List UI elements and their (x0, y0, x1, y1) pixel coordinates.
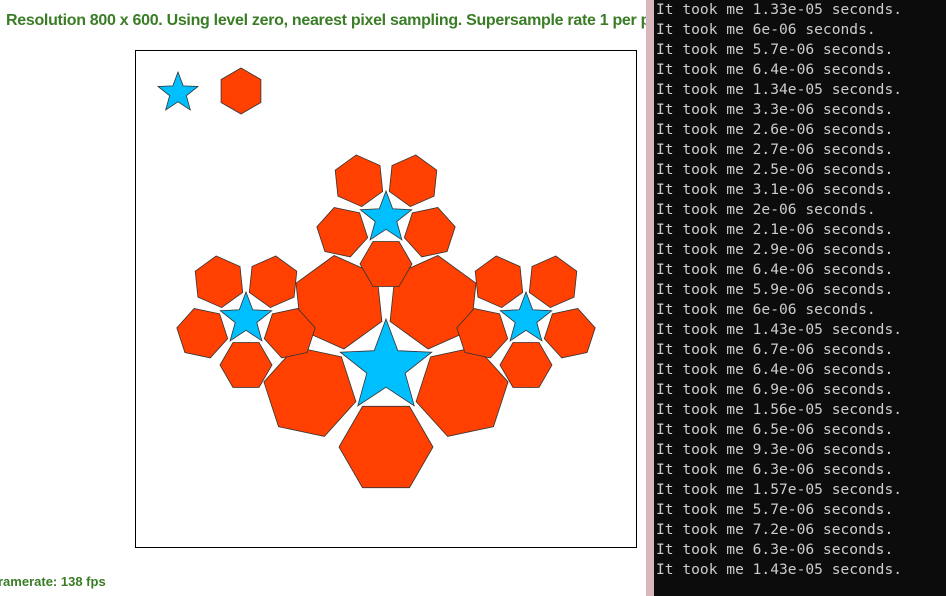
console-line: It took me 6.4e-06 seconds. (656, 61, 894, 78)
scene-drawing (156, 67, 596, 489)
console-line: It took me 1.34e-05 seconds. (656, 81, 903, 98)
hexagon-shape (219, 342, 273, 388)
hexagon-shape (528, 255, 578, 309)
console-line: It took me 6.4e-06 seconds. (656, 361, 894, 378)
hexagon-shape (338, 405, 434, 489)
hexagon-shape (176, 308, 229, 359)
hexagon-shape (334, 154, 384, 208)
hexagon-shape (403, 207, 456, 258)
hexagon-shape (499, 342, 553, 388)
framerate-text: ramerate: 138 fps (0, 574, 106, 589)
console-line: It took me 6.7e-06 seconds. (656, 341, 894, 358)
star-shape (156, 70, 200, 111)
console-line: It took me 1.56e-05 seconds. (656, 401, 903, 418)
hexagon-shape (388, 154, 438, 208)
hexagon-shape (316, 207, 369, 258)
console-line: It took me 1.43e-05 seconds. (656, 561, 903, 578)
console-line: It took me 1.33e-05 seconds. (656, 1, 903, 18)
hexagon-shape (474, 255, 524, 309)
hexagon-shape (194, 255, 244, 309)
hexagon-shape (543, 308, 596, 359)
hexagon-shape (415, 346, 509, 437)
console-line: It took me 6.3e-06 seconds. (656, 461, 894, 478)
console-line: It took me 5.9e-06 seconds. (656, 281, 894, 298)
console-line: It took me 6.5e-06 seconds. (656, 421, 894, 438)
console-line: It took me 5.7e-06 seconds. (656, 501, 894, 518)
console-line: It took me 2.6e-06 seconds. (656, 121, 894, 138)
console-line: It took me 6.9e-06 seconds. (656, 381, 894, 398)
console-line: It took me 6.4e-06 seconds. (656, 261, 894, 278)
console-line: It took me 1.57e-05 seconds. (656, 481, 903, 498)
window-divider (646, 0, 654, 596)
console-line: It took me 2.9e-06 seconds. (656, 241, 894, 258)
console-output: It took me 1.33e-05 seconds. It took me 6… (654, 0, 946, 580)
console-line: It took me 7.2e-06 seconds. (656, 521, 894, 538)
hexagon-shape (263, 346, 357, 437)
console-line: It took me 2.1e-06 seconds. (656, 221, 894, 238)
console-line: It took me 9.3e-06 seconds. (656, 441, 894, 458)
console-window[interactable]: It took me 1.33e-05 seconds. It took me 6… (654, 0, 946, 596)
console-line: It took me 1.43e-05 seconds. (656, 321, 903, 338)
render-canvas[interactable] (135, 50, 637, 548)
console-line: It took me 6.3e-06 seconds. (656, 541, 894, 558)
console-line: It took me 3.3e-06 seconds. (656, 101, 894, 118)
hexagon-shape (220, 67, 262, 115)
resolution-info-text: Resolution 800 x 600. Using level zero, … (6, 12, 680, 29)
console-line: It took me 2.5e-06 seconds. (656, 161, 894, 178)
console-line: It took me 5.7e-06 seconds. (656, 41, 894, 58)
console-line: It took me 6e-06 seconds. (656, 21, 876, 38)
console-line: It took me 6e-06 seconds. (656, 301, 876, 318)
hexagon-shape (248, 255, 298, 309)
render-window: Resolution 800 x 600. Using level zero, … (0, 0, 680, 596)
console-line: It took me 2.7e-06 seconds. (656, 141, 894, 158)
console-line: It took me 3.1e-06 seconds. (656, 181, 894, 198)
console-line: It took me 2e-06 seconds. (656, 201, 876, 218)
